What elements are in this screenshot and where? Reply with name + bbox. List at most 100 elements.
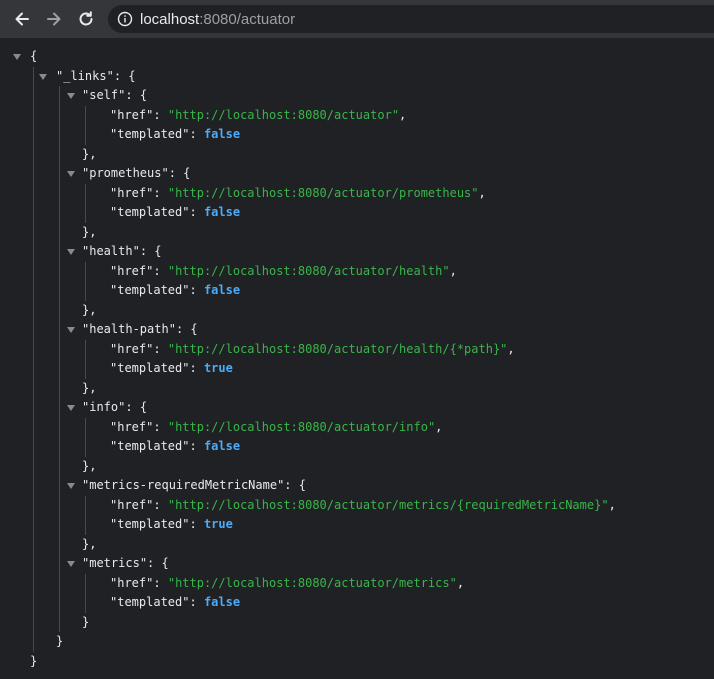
- json-string-href: "http://localhost:8080/actuator": [167, 107, 400, 122]
- json-href-value: http://localhost:8080/actuator/info: [175, 419, 428, 434]
- indent-guide: [85, 339, 86, 379]
- json-key-href: href: [117, 341, 147, 356]
- json-key-templated: templated: [117, 517, 183, 531]
- json-href-value: http://localhost:8080/actuator: [175, 107, 392, 122]
- collapse-toggle-icon[interactable]: [67, 561, 75, 567]
- json-string-href: "http://localhost:8080/actuator/health/{…: [167, 341, 508, 356]
- json-key-href: href: [117, 575, 147, 590]
- json-line: }: [30, 653, 38, 668]
- json-string-href: "http://localhost:8080/actuator/info": [167, 419, 436, 434]
- json-key-link-name: metrics-requiredMetricName: [89, 478, 278, 492]
- json-key-href: href: [117, 185, 147, 200]
- json-key-href: href: [117, 107, 147, 122]
- url-host: localhost: [140, 10, 200, 28]
- json-href-value: http://localhost:8080/actuator/metrics: [175, 575, 450, 590]
- json-line: },: [82, 146, 97, 161]
- arrow-left-icon: [15, 12, 29, 26]
- collapse-toggle-icon[interactable]: [67, 327, 75, 333]
- json-line: "info": {: [0, 398, 714, 418]
- json-key-templated: templated: [117, 439, 183, 453]
- json-templated-value: false: [203, 595, 241, 609]
- json-line: "href": "http://localhost:8080/actuator/…: [110, 575, 465, 590]
- collapse-toggle-icon[interactable]: [67, 405, 75, 411]
- json-line: "health-path": {: [0, 320, 714, 340]
- indent-guide: [85, 495, 86, 535]
- json-line: "href": "http://localhost:8080/actuator/…: [110, 419, 443, 434]
- json-line: "health": {: [0, 242, 714, 262]
- reload-button[interactable]: [71, 4, 101, 34]
- json-key-templated: templated: [117, 127, 183, 141]
- json-key-link-name: prometheus: [89, 166, 162, 180]
- json-string-href: "http://localhost:8080/actuator/metrics/…: [167, 497, 609, 512]
- json-key-link-name: health: [89, 244, 133, 258]
- forward-button[interactable]: [39, 4, 69, 34]
- json-brace: {: [30, 49, 38, 63]
- json-key-link-name: metrics: [89, 556, 140, 570]
- indent-guide: [85, 417, 86, 457]
- json-viewer: {"_links": {"self": {"href": "http://loc…: [0, 39, 714, 671]
- json-templated-value: false: [203, 283, 241, 297]
- json-line: "href": "http://localhost:8080/actuator/…: [110, 185, 486, 200]
- json-templated-value: false: [203, 205, 241, 219]
- json-line: },: [82, 380, 97, 395]
- url-text[interactable]: localhost:8080/actuator: [140, 11, 295, 28]
- json-line: }: [82, 614, 90, 629]
- reload-icon: [79, 11, 93, 26]
- collapse-toggle-icon[interactable]: [67, 171, 75, 177]
- json-line: "prometheus": {: [0, 164, 714, 184]
- json-line: "_links": {: [0, 67, 714, 87]
- json-key-href: href: [117, 419, 147, 434]
- json-key-link-name: health-path: [89, 322, 169, 336]
- json-string-href: "http://localhost:8080/actuator/health": [167, 263, 450, 278]
- json-line: "templated": false: [110, 283, 241, 297]
- json-templated-value: false: [203, 439, 241, 453]
- json-line: "metrics-requiredMetricName": {: [0, 476, 714, 496]
- collapse-toggle-icon[interactable]: [67, 93, 75, 99]
- json-line: "href": "http://localhost:8080/actuator/…: [110, 497, 616, 512]
- json-string-href: "http://localhost:8080/actuator/metrics": [167, 575, 457, 590]
- arrow-right-icon: [47, 12, 61, 26]
- json-line: },: [82, 458, 97, 473]
- json-line: "metrics": {: [0, 554, 714, 574]
- json-line: }: [56, 634, 64, 648]
- back-button[interactable]: [7, 4, 37, 34]
- json-line: },: [82, 536, 97, 551]
- json-line: "templated": false: [110, 127, 241, 141]
- json-href-value: http://localhost:8080/actuator/metrics/{…: [175, 497, 602, 512]
- json-key-links: _links: [63, 68, 107, 83]
- json-line: {: [0, 47, 714, 67]
- indent-guide: [85, 183, 86, 223]
- browser-toolbar: localhost:8080/actuator: [0, 0, 714, 39]
- json-templated-value: true: [203, 517, 233, 531]
- json-line: },: [82, 224, 97, 239]
- json-line: "templated": true: [110, 517, 233, 531]
- collapse-toggle-icon[interactable]: [13, 54, 21, 60]
- json-line: "templated": false: [110, 439, 241, 453]
- json-line: "templated": false: [110, 595, 241, 609]
- collapse-toggle-icon[interactable]: [39, 73, 47, 80]
- json-href-value: http://localhost:8080/actuator/health: [175, 263, 443, 278]
- json-line: "templated": true: [110, 361, 233, 375]
- json-key-templated: templated: [117, 361, 183, 375]
- json-key-link-name: info: [89, 400, 119, 414]
- json-key-templated: templated: [117, 205, 183, 219]
- info-icon[interactable]: [117, 11, 133, 27]
- address-bar[interactable]: localhost:8080/actuator: [108, 5, 714, 33]
- json-string-href: "http://localhost:8080/actuator/promethe…: [167, 185, 479, 200]
- indent-guide: [85, 573, 86, 613]
- indent-guide: [59, 86, 60, 632]
- json-key-link-name: self: [89, 88, 119, 102]
- json-href-value: http://localhost:8080/actuator/prometheu…: [175, 185, 472, 200]
- json-line: "href": "http://localhost:8080/actuator"…: [110, 107, 407, 122]
- indent-guide: [85, 105, 86, 145]
- json-key-href: href: [117, 263, 147, 278]
- json-line: "href": "http://localhost:8080/actuator/…: [110, 263, 457, 278]
- json-line: "self": {: [0, 86, 714, 106]
- collapse-toggle-icon[interactable]: [67, 249, 75, 255]
- json-key-templated: templated: [117, 283, 183, 297]
- json-line: "templated": false: [110, 205, 241, 219]
- json-templated-value: true: [203, 361, 233, 375]
- url-path: :8080/actuator: [199, 10, 296, 28]
- indent-guide: [85, 261, 86, 301]
- collapse-toggle-icon[interactable]: [67, 483, 75, 489]
